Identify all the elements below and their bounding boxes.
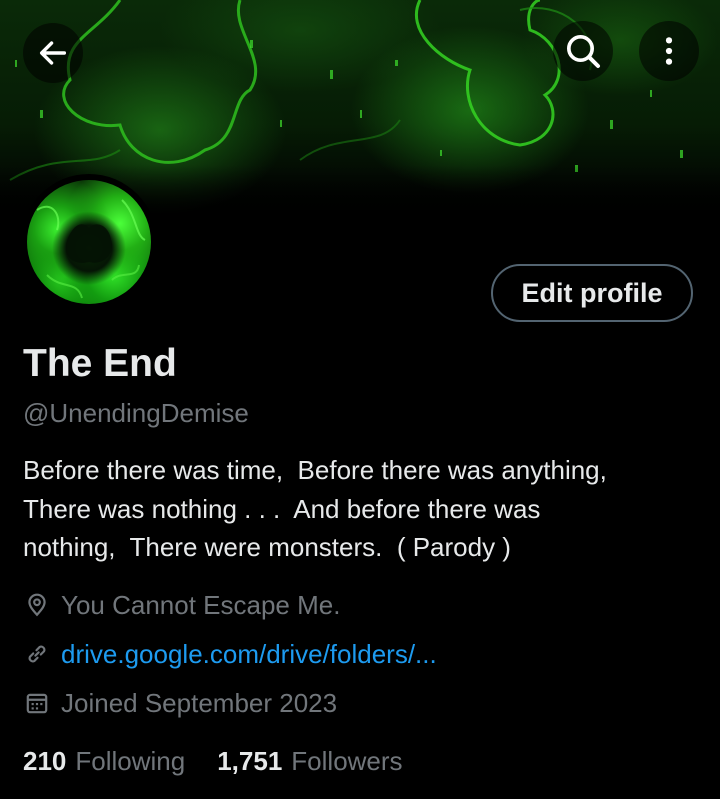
more-options-button[interactable] xyxy=(639,21,699,81)
location-text: You Cannot Escape Me. xyxy=(61,589,341,620)
joined-row: Joined September 2023 xyxy=(23,685,337,721)
followers-count: 1,751 xyxy=(217,745,283,776)
arrow-left-icon xyxy=(39,41,67,65)
website-row[interactable]: drive.google.com/drive/folders/... xyxy=(23,636,437,672)
avatar[interactable] xyxy=(21,174,157,310)
avatar-art xyxy=(36,199,146,299)
bio-line: nothing, There were monsters. ( Parody ) xyxy=(23,532,511,562)
more-vertical-icon xyxy=(665,37,673,65)
followers-label: Followers xyxy=(291,745,403,776)
follow-stats: 210 Following 1,751 Followers xyxy=(23,743,403,779)
following-count: 210 xyxy=(23,745,67,776)
avatar-image xyxy=(27,180,151,304)
location-row: You Cannot Escape Me. xyxy=(23,587,340,623)
location-pin-icon xyxy=(23,591,51,619)
back-button[interactable] xyxy=(23,23,83,83)
display-name: The End xyxy=(23,342,177,385)
bio-line: Before there was time, Before there was … xyxy=(23,455,607,485)
joined-text: Joined September 2023 xyxy=(61,687,338,718)
followers-link[interactable]: 1,751 Followers xyxy=(217,746,402,777)
following-label: Following xyxy=(75,745,186,776)
calendar-icon xyxy=(23,689,51,717)
user-handle: @UnendingDemise xyxy=(23,398,249,428)
bio-line: There was nothing . . . And before there… xyxy=(23,493,541,524)
following-link[interactable]: 210 Following xyxy=(23,746,185,777)
profile-page: Edit profile The End @UnendingDemise Bef… xyxy=(0,0,720,799)
website-link[interactable]: drive.google.com/drive/folders/... xyxy=(61,639,437,670)
search-icon xyxy=(567,35,600,68)
search-button[interactable] xyxy=(553,21,613,81)
edit-profile-button[interactable]: Edit profile xyxy=(491,264,693,322)
profile-bio: Before there was time, Before there was … xyxy=(23,451,693,567)
link-icon xyxy=(23,640,51,668)
